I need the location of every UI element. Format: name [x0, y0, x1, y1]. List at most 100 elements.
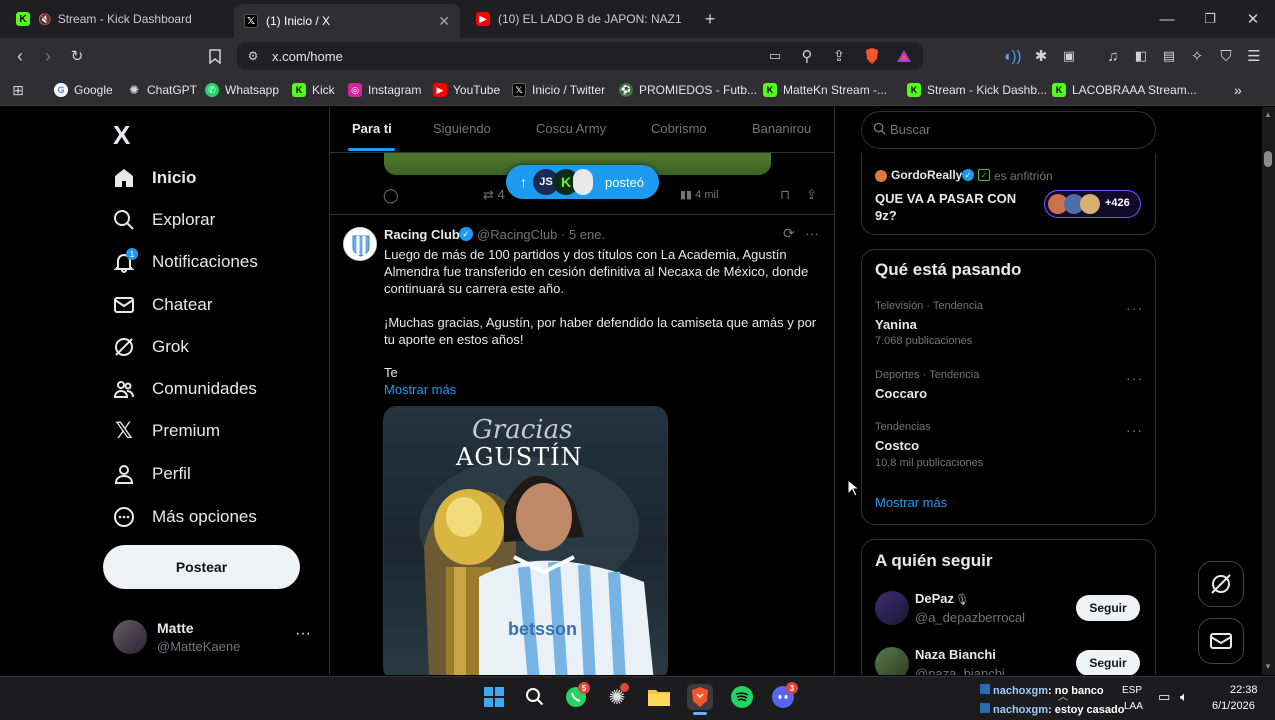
scrollbar-thumb[interactable] — [1264, 151, 1272, 167]
grok-float-button[interactable] — [1198, 561, 1244, 607]
bookmark-promiedos[interactable]: ⚽ PROMIEDOS - Futb... — [619, 81, 757, 99]
tab-para-ti[interactable]: Para ti — [352, 121, 392, 136]
nav-notificaciones[interactable]: 1 Notificaciones — [112, 247, 258, 277]
zoom-icon[interactable]: ⚲ — [797, 46, 817, 66]
bookmark-icon[interactable] — [205, 46, 225, 66]
forward-icon[interactable]: › — [38, 46, 58, 66]
post-button[interactable]: Postear — [103, 545, 300, 589]
bookmark-kick-dashboard[interactable]: K Stream - Kick Dashb... — [907, 81, 1047, 99]
keyboard-layout[interactable]: LAA — [1124, 701, 1143, 712]
clock-date[interactable]: 6/1/2026 — [1212, 700, 1255, 712]
share-tweet-icon[interactable]: ⇪ — [806, 187, 817, 203]
back-icon[interactable]: ‹ — [10, 46, 30, 66]
scroll-down-arrow[interactable]: ▼ — [1264, 662, 1272, 671]
follow-button[interactable]: Seguir — [1076, 595, 1140, 621]
tab-siguiendo[interactable]: Siguiendo — [433, 121, 491, 136]
nav-inicio[interactable]: Inicio — [112, 163, 196, 193]
tab-coscu-army[interactable]: Coscu Army — [536, 121, 606, 136]
page-scrollbar[interactable] — [1262, 107, 1275, 675]
space-listeners[interactable]: +426 — [1044, 190, 1141, 218]
scroll-up-arrow[interactable]: ▲ — [1264, 110, 1272, 119]
brave-shield-icon[interactable] — [862, 46, 882, 66]
brave-browser-icon[interactable] — [687, 684, 713, 710]
audio-icon[interactable]: ◖)) — [1002, 46, 1022, 66]
nav-explorar[interactable]: Explorar — [112, 205, 215, 235]
nav-comunidades[interactable]: Comunidades — [112, 374, 257, 404]
nav-premium[interactable]: 𝕏 Premium — [112, 416, 220, 446]
bookmark-twitter[interactable]: 𝕏 Inicio / Twitter — [512, 81, 605, 99]
cast-icon[interactable]: ▭ — [765, 46, 785, 66]
share-icon[interactable]: ⇪ — [829, 46, 849, 66]
bookmark-youtube[interactable]: ▶ YouTube — [433, 81, 500, 99]
bookmark-lacobraaa[interactable]: K LACOBRAAA Stream... — [1052, 81, 1197, 99]
bookmark-google[interactable]: G Google — [54, 81, 113, 99]
reply-icon[interactable]: ◯ — [383, 187, 399, 204]
music-icon[interactable]: ♫ — [1103, 46, 1123, 66]
vpn-icon[interactable]: ⛉ — [1216, 46, 1236, 66]
tab-youtube[interactable]: ▶ (10) EL LADO B de JAPON: NAZ1SMO — [466, 5, 692, 33]
bookmark-tweet-icon[interactable]: ⊓ — [780, 187, 790, 203]
clock-time[interactable]: 22:38 — [1230, 684, 1258, 696]
trend-more-icon[interactable]: ··· — [1126, 422, 1143, 438]
bookmark-mattekn[interactable]: K MatteKn Stream -... — [763, 81, 887, 99]
language-indicator[interactable]: ESP — [1122, 685, 1142, 696]
racing-avatar[interactable] — [343, 227, 377, 261]
x-logo[interactable]: X — [113, 120, 130, 151]
follow-name[interactable]: Naza Bianchi — [915, 647, 996, 662]
tweet-date[interactable]: · 5 ene. — [561, 227, 605, 242]
extensions-icon[interactable]: ✱ — [1031, 46, 1051, 66]
show-more-link[interactable]: Mostrar más — [384, 381, 456, 398]
whatsapp-icon[interactable]: 5 — [563, 682, 590, 710]
apps-grid-icon[interactable]: ⊞ — [8, 80, 28, 100]
nav-perfil[interactable]: Perfil — [112, 459, 191, 489]
tab-bananirou[interactable]: Bananirou — [752, 121, 811, 136]
muted-icon[interactable]: 🔇 — [38, 13, 52, 26]
nav-grok[interactable]: Grok — [112, 332, 189, 362]
follow-avatar[interactable] — [875, 647, 909, 675]
views-count[interactable]: ▮▮ 4 mil — [680, 188, 718, 201]
tweet-author[interactable]: Racing Club — [384, 227, 460, 242]
trends-show-more[interactable]: Mostrar más — [875, 495, 947, 510]
messages-float-button[interactable] — [1198, 618, 1244, 664]
bookmark-chatgpt[interactable]: ✺ ChatGPT — [127, 81, 197, 99]
screenshot-icon[interactable]: ▣ — [1059, 46, 1079, 66]
chatgpt-icon[interactable]: ✺ — [604, 683, 630, 710]
tweet-image[interactable]: Gracias AGUSTÍN betsson — [383, 406, 668, 675]
bookmark-kick[interactable]: K Kick — [292, 81, 335, 99]
bookmarks-overflow[interactable]: » — [1234, 81, 1242, 99]
retweet-icon[interactable]: ⇄ 4 — [483, 187, 505, 203]
grok-explain-icon[interactable]: ⟳ — [783, 225, 795, 242]
account-more-icon[interactable]: ··· — [295, 625, 311, 643]
follow-button[interactable]: Seguir — [1076, 650, 1140, 675]
leo-ai-icon[interactable]: ✧ — [1187, 46, 1207, 66]
trend-more-icon[interactable]: ··· — [1126, 300, 1143, 316]
tweet-handle[interactable]: @RacingClub — [477, 227, 557, 242]
url-text[interactable]: x.com/home — [272, 49, 343, 64]
windows-start-icon[interactable] — [481, 684, 507, 710]
bookmark-instagram[interactable]: ◎ Instagram — [348, 81, 421, 99]
minimize-button[interactable]: — — [1157, 9, 1177, 29]
trend-more-icon[interactable]: ··· — [1126, 370, 1143, 386]
new-posts-pill[interactable]: ↑ JS K posteó — [506, 165, 659, 199]
reload-icon[interactable]: ↻ — [67, 46, 87, 66]
volume-icon[interactable]: 🔈︎ — [1180, 689, 1188, 705]
tab-x-home[interactable]: 𝕏 (1) Inicio / X ✕ — [234, 4, 460, 38]
spotify-icon[interactable] — [729, 684, 755, 710]
nav-mas-opciones[interactable]: Más opciones — [112, 502, 257, 532]
new-tab-button[interactable]: + — [700, 9, 720, 29]
bookmark-whatsapp[interactable]: ✆ Whatsapp — [205, 81, 279, 99]
brave-rewards-icon[interactable] — [894, 46, 914, 66]
space-host[interactable]: GordoReally — [891, 168, 962, 182]
sidebar-toggle-icon[interactable]: ◧ — [1131, 46, 1151, 66]
follow-name[interactable]: DePaz — [915, 591, 954, 606]
close-tab-icon[interactable]: ✕ — [438, 13, 450, 30]
wallet-icon[interactable]: ▤ — [1159, 46, 1179, 66]
follow-avatar[interactable] — [875, 591, 909, 625]
file-explorer-icon[interactable] — [646, 684, 672, 710]
close-window-button[interactable]: ✕ — [1243, 9, 1263, 29]
maximize-button[interactable]: ❐ — [1200, 9, 1220, 29]
nav-chatear[interactable]: Chatear — [112, 290, 212, 320]
search-icon[interactable] — [522, 684, 548, 710]
menu-icon[interactable]: ☰ — [1244, 46, 1264, 66]
network-icon[interactable]: ▭ — [1158, 689, 1170, 705]
